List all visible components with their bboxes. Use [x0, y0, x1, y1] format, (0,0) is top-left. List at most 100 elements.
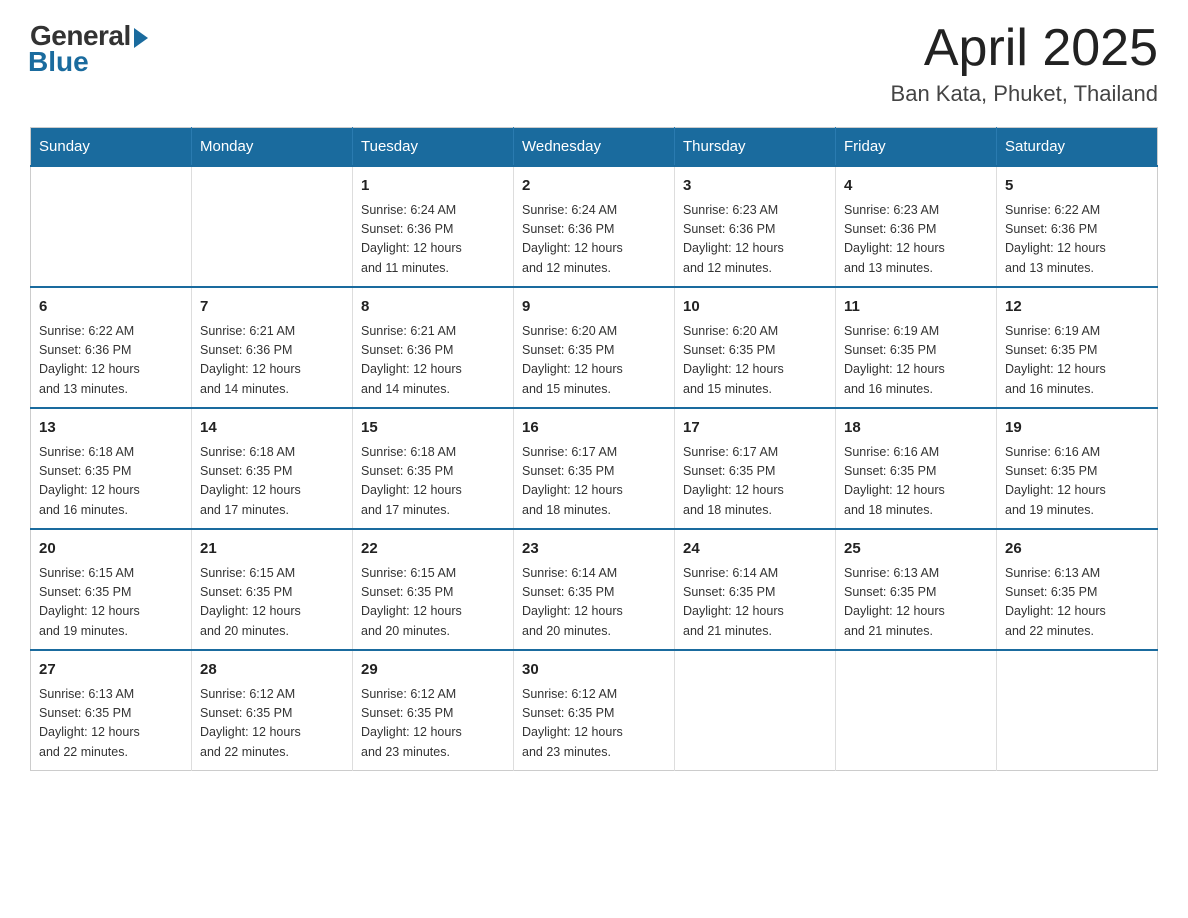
col-header-thursday: Thursday [675, 128, 836, 167]
day-info: Sunrise: 6:24 AMSunset: 6:36 PMDaylight:… [522, 201, 666, 279]
day-number: 19 [1005, 417, 1149, 440]
calendar-cell: 19 Sunrise: 6:16 AMSunset: 6:35 PMDayligh… [997, 408, 1158, 529]
day-number: 13 [39, 417, 183, 440]
title-block: April 2025 Ban Kata, Phuket, Thailand [891, 20, 1158, 107]
calendar-header-row: SundayMondayTuesdayWednesdayThursdayFrid… [31, 128, 1158, 167]
day-number: 28 [200, 659, 344, 682]
calendar-cell [31, 166, 192, 287]
day-info: Sunrise: 6:22 AMSunset: 6:36 PMDaylight:… [39, 322, 183, 400]
day-info: Sunrise: 6:18 AMSunset: 6:35 PMDaylight:… [200, 443, 344, 521]
calendar-cell [675, 650, 836, 771]
day-number: 12 [1005, 296, 1149, 319]
col-header-sunday: Sunday [31, 128, 192, 167]
day-number: 11 [844, 296, 988, 319]
calendar-cell: 24 Sunrise: 6:14 AMSunset: 6:35 PMDayligh… [675, 529, 836, 650]
day-info: Sunrise: 6:24 AMSunset: 6:36 PMDaylight:… [361, 201, 505, 279]
location-title: Ban Kata, Phuket, Thailand [891, 81, 1158, 107]
day-number: 8 [361, 296, 505, 319]
page-header: General Blue April 2025 Ban Kata, Phuket… [30, 20, 1158, 107]
day-info: Sunrise: 6:17 AMSunset: 6:35 PMDaylight:… [522, 443, 666, 521]
calendar-cell: 10 Sunrise: 6:20 AMSunset: 6:35 PMDayligh… [675, 287, 836, 408]
day-info: Sunrise: 6:14 AMSunset: 6:35 PMDaylight:… [522, 564, 666, 642]
day-info: Sunrise: 6:19 AMSunset: 6:35 PMDaylight:… [1005, 322, 1149, 400]
day-number: 26 [1005, 538, 1149, 561]
day-info: Sunrise: 6:15 AMSunset: 6:35 PMDaylight:… [39, 564, 183, 642]
day-info: Sunrise: 6:20 AMSunset: 6:35 PMDaylight:… [522, 322, 666, 400]
day-number: 20 [39, 538, 183, 561]
calendar-cell: 4 Sunrise: 6:23 AMSunset: 6:36 PMDaylight… [836, 166, 997, 287]
calendar-table: SundayMondayTuesdayWednesdayThursdayFrid… [30, 127, 1158, 771]
calendar-cell: 27Sunrise: 6:13 AMSunset: 6:35 PMDayligh… [31, 650, 192, 771]
logo: General Blue [30, 20, 148, 78]
calendar-cell: 8 Sunrise: 6:21 AMSunset: 6:36 PMDaylight… [353, 287, 514, 408]
day-number: 17 [683, 417, 827, 440]
day-info: Sunrise: 6:15 AMSunset: 6:35 PMDaylight:… [200, 564, 344, 642]
day-info: Sunrise: 6:14 AMSunset: 6:35 PMDaylight:… [683, 564, 827, 642]
calendar-cell: 21Sunrise: 6:15 AMSunset: 6:35 PMDayligh… [192, 529, 353, 650]
calendar-cell: 22 Sunrise: 6:15 AMSunset: 6:35 PMDayligh… [353, 529, 514, 650]
calendar-week-row: 13 Sunrise: 6:18 AMSunset: 6:35 PMDayligh… [31, 408, 1158, 529]
day-info: Sunrise: 6:21 AMSunset: 6:36 PMDaylight:… [200, 322, 344, 400]
day-number: 14 [200, 417, 344, 440]
calendar-cell [997, 650, 1158, 771]
day-number: 23 [522, 538, 666, 561]
col-header-tuesday: Tuesday [353, 128, 514, 167]
day-info: Sunrise: 6:18 AMSunset: 6:35 PMDaylight:… [39, 443, 183, 521]
logo-blue-text: Blue [28, 46, 89, 78]
day-number: 18 [844, 417, 988, 440]
day-info: Sunrise: 6:12 AMSunset: 6:35 PMDaylight:… [200, 685, 344, 763]
calendar-cell: 15 Sunrise: 6:18 AMSunset: 6:35 PMDayligh… [353, 408, 514, 529]
day-number: 22 [361, 538, 505, 561]
calendar-cell: 17 Sunrise: 6:17 AMSunset: 6:35 PMDayligh… [675, 408, 836, 529]
col-header-saturday: Saturday [997, 128, 1158, 167]
calendar-cell: 9Sunrise: 6:20 AMSunset: 6:35 PMDaylight… [514, 287, 675, 408]
calendar-week-row: 27Sunrise: 6:13 AMSunset: 6:35 PMDayligh… [31, 650, 1158, 771]
day-number: 6 [39, 296, 183, 319]
day-info: Sunrise: 6:17 AMSunset: 6:35 PMDaylight:… [683, 443, 827, 521]
calendar-cell: 14 Sunrise: 6:18 AMSunset: 6:35 PMDayligh… [192, 408, 353, 529]
calendar-cell: 28 Sunrise: 6:12 AMSunset: 6:35 PMDayligh… [192, 650, 353, 771]
day-info: Sunrise: 6:16 AMSunset: 6:35 PMDaylight:… [844, 443, 988, 521]
logo-arrow-icon [134, 28, 148, 48]
day-number: 5 [1005, 175, 1149, 198]
day-info: Sunrise: 6:18 AMSunset: 6:35 PMDaylight:… [361, 443, 505, 521]
day-number: 24 [683, 538, 827, 561]
calendar-cell: 5 Sunrise: 6:22 AMSunset: 6:36 PMDaylight… [997, 166, 1158, 287]
calendar-cell: 29 Sunrise: 6:12 AMSunset: 6:35 PMDayligh… [353, 650, 514, 771]
calendar-week-row: 1Sunrise: 6:24 AMSunset: 6:36 PMDaylight… [31, 166, 1158, 287]
col-header-friday: Friday [836, 128, 997, 167]
calendar-cell [192, 166, 353, 287]
day-info: Sunrise: 6:23 AMSunset: 6:36 PMDaylight:… [683, 201, 827, 279]
day-info: Sunrise: 6:13 AMSunset: 6:35 PMDaylight:… [39, 685, 183, 763]
calendar-cell: 6 Sunrise: 6:22 AMSunset: 6:36 PMDaylight… [31, 287, 192, 408]
day-number: 29 [361, 659, 505, 682]
day-info: Sunrise: 6:20 AMSunset: 6:35 PMDaylight:… [683, 322, 827, 400]
calendar-cell: 18 Sunrise: 6:16 AMSunset: 6:35 PMDayligh… [836, 408, 997, 529]
col-header-wednesday: Wednesday [514, 128, 675, 167]
day-info: Sunrise: 6:16 AMSunset: 6:35 PMDaylight:… [1005, 443, 1149, 521]
day-number: 30 [522, 659, 666, 682]
day-info: Sunrise: 6:15 AMSunset: 6:35 PMDaylight:… [361, 564, 505, 642]
calendar-cell: 1Sunrise: 6:24 AMSunset: 6:36 PMDaylight… [353, 166, 514, 287]
day-info: Sunrise: 6:21 AMSunset: 6:36 PMDaylight:… [361, 322, 505, 400]
calendar-cell: 30Sunrise: 6:12 AMSunset: 6:35 PMDayligh… [514, 650, 675, 771]
day-info: Sunrise: 6:22 AMSunset: 6:36 PMDaylight:… [1005, 201, 1149, 279]
calendar-week-row: 6 Sunrise: 6:22 AMSunset: 6:36 PMDaylight… [31, 287, 1158, 408]
calendar-cell: 7 Sunrise: 6:21 AMSunset: 6:36 PMDaylight… [192, 287, 353, 408]
calendar-cell: 12 Sunrise: 6:19 AMSunset: 6:35 PMDayligh… [997, 287, 1158, 408]
calendar-cell: 26 Sunrise: 6:13 AMSunset: 6:35 PMDayligh… [997, 529, 1158, 650]
day-info: Sunrise: 6:13 AMSunset: 6:35 PMDaylight:… [1005, 564, 1149, 642]
calendar-week-row: 20 Sunrise: 6:15 AMSunset: 6:35 PMDayligh… [31, 529, 1158, 650]
day-number: 7 [200, 296, 344, 319]
day-number: 15 [361, 417, 505, 440]
day-info: Sunrise: 6:23 AMSunset: 6:36 PMDaylight:… [844, 201, 988, 279]
calendar-cell: 25 Sunrise: 6:13 AMSunset: 6:35 PMDayligh… [836, 529, 997, 650]
calendar-cell: 13 Sunrise: 6:18 AMSunset: 6:35 PMDayligh… [31, 408, 192, 529]
day-number: 25 [844, 538, 988, 561]
day-info: Sunrise: 6:13 AMSunset: 6:35 PMDaylight:… [844, 564, 988, 642]
day-info: Sunrise: 6:12 AMSunset: 6:35 PMDaylight:… [361, 685, 505, 763]
calendar-cell: 20 Sunrise: 6:15 AMSunset: 6:35 PMDayligh… [31, 529, 192, 650]
day-number: 10 [683, 296, 827, 319]
col-header-monday: Monday [192, 128, 353, 167]
day-number: 4 [844, 175, 988, 198]
